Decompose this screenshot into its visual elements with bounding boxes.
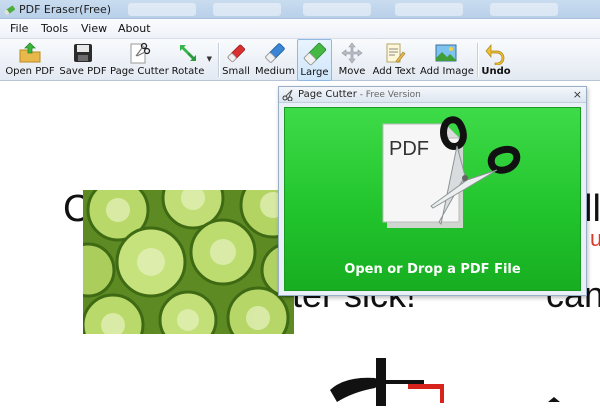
doc-drawing-fragment	[330, 358, 560, 406]
pdf-eraser-window: PDF Eraser(Free) File Tools View About O…	[0, 0, 600, 408]
window-title: PDF Eraser(Free)	[19, 3, 112, 16]
rotate-button[interactable]: Rotate ▼	[171, 39, 212, 81]
open-pdf-button[interactable]: Open PDF	[5, 39, 55, 81]
app-eraser-icon	[3, 5, 16, 15]
rotate-dropdown-arrow-icon[interactable]: ▼	[207, 55, 212, 63]
doc-red-text-fragment: ur	[590, 226, 600, 251]
title-bar-blur	[128, 3, 196, 16]
page-cutter-label: Page Cutter	[110, 66, 169, 77]
open-pdf-label: Open PDF	[5, 66, 55, 77]
move-button[interactable]: Move	[337, 39, 367, 81]
menu-file[interactable]: File	[10, 22, 28, 35]
add-image-button[interactable]: Add Image	[420, 39, 474, 81]
menu-bar: File Tools View About	[0, 19, 600, 39]
toolbar-separator	[477, 43, 478, 77]
move-arrows-icon	[341, 42, 363, 64]
scissors-icon	[282, 89, 293, 101]
menu-view[interactable]: View	[81, 22, 107, 35]
cucumber-image	[83, 190, 294, 334]
scissors-page-icon	[130, 42, 151, 64]
pdf-drop-zone[interactable]: PDF Open or Drop a PDF File	[284, 107, 581, 291]
toolbar: Open PDF Save PDF Page Cutter Rotate ▼ S…	[0, 39, 600, 81]
eraser-medium-button[interactable]: Medium	[255, 39, 295, 81]
page-cutter-header: Page Cutter - Free Version ×	[279, 87, 586, 103]
title-bar-blur	[395, 3, 463, 16]
title-bar-blur	[490, 3, 558, 16]
add-image-icon	[435, 44, 457, 62]
page-cutter-title: Page Cutter - Free Version	[298, 89, 421, 100]
eraser-large-icon	[303, 42, 326, 66]
rotate-label: Rotate	[171, 66, 205, 77]
save-pdf-label: Save PDF	[59, 66, 107, 77]
add-text-button[interactable]: Add Text	[371, 39, 417, 81]
title-bar-blur	[213, 3, 281, 16]
move-label: Move	[338, 66, 366, 77]
eraser-small-button[interactable]: Small	[221, 39, 251, 81]
title-bar: PDF Eraser(Free)	[0, 0, 600, 19]
eraser-large-button[interactable]: Large	[297, 39, 332, 81]
save-disk-icon	[74, 44, 92, 62]
open-or-drop-text[interactable]: Open or Drop a PDF File	[285, 262, 580, 277]
page-cutter-panel: Page Cutter - Free Version × PDF Open or…	[278, 86, 587, 296]
menu-tools[interactable]: Tools	[41, 22, 68, 35]
close-icon[interactable]: ×	[573, 88, 582, 101]
eraser-large-label: Large	[300, 67, 329, 78]
undo-arrow-icon	[485, 44, 505, 65]
cucumber-slices-picture	[83, 190, 294, 334]
page-cutter-title-text: Page Cutter	[298, 89, 357, 100]
undo-button[interactable]: Undo	[481, 39, 511, 81]
eraser-small-icon	[227, 44, 245, 62]
undo-label: Undo	[481, 66, 511, 77]
add-text-label: Add Text	[372, 66, 416, 77]
save-pdf-button[interactable]: Save PDF	[59, 39, 107, 81]
eraser-small-label: Small	[222, 66, 250, 77]
title-bar-blur	[303, 3, 371, 16]
eraser-medium-label: Medium	[255, 66, 295, 77]
menu-about[interactable]: About	[118, 22, 151, 35]
rotate-arrows-icon	[180, 45, 196, 61]
toolbar-separator	[218, 43, 219, 77]
add-text-icon	[386, 43, 406, 63]
open-folder-icon	[19, 42, 41, 63]
page-cutter-button[interactable]: Page Cutter	[110, 39, 169, 81]
page-cutter-subtitle: - Free Version	[356, 90, 421, 100]
add-image-label: Add Image	[420, 66, 474, 77]
eraser-medium-icon	[265, 43, 285, 63]
large-scissors-icon	[430, 116, 521, 226]
